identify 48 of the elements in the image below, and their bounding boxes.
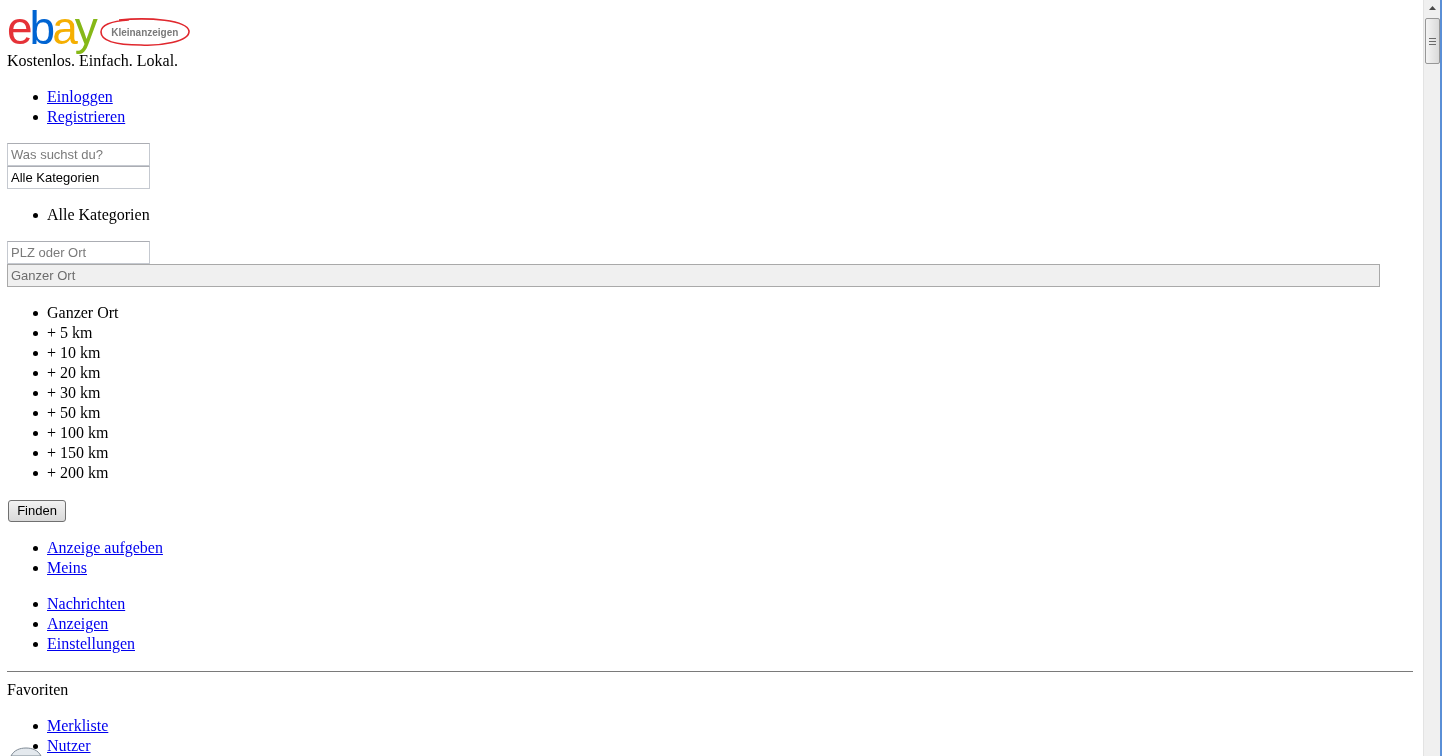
bullet-icon bbox=[33, 371, 38, 377]
bullet-icon bbox=[33, 95, 38, 101]
bullet-icon bbox=[33, 115, 38, 121]
bullet-icon bbox=[33, 546, 38, 552]
bullet-icon bbox=[33, 471, 38, 477]
location-field[interactable]: PLZ oder Ort bbox=[7, 241, 150, 265]
radius-option[interactable]: + 20 km bbox=[47, 363, 101, 384]
bullet-icon bbox=[33, 351, 38, 357]
scroll-up-icon[interactable] bbox=[1428, 6, 1436, 10]
account-link[interactable]: Registrieren bbox=[47, 107, 126, 128]
favorites-link[interactable]: Merkliste bbox=[47, 716, 109, 736]
nav-link[interactable]: Meins bbox=[47, 558, 87, 579]
find-button[interactable]: Finden bbox=[8, 500, 66, 523]
scrollbar-thumb[interactable] bbox=[1424, 18, 1440, 64]
bullet-icon bbox=[33, 724, 38, 729]
radius-option[interactable]: + 100 km bbox=[47, 423, 109, 444]
account-menu-link[interactable]: Anzeigen bbox=[47, 614, 109, 635]
bullet-icon bbox=[33, 331, 38, 337]
radius-option[interactable]: + 150 km bbox=[47, 443, 109, 464]
logo-badge: Kleinanzeigen bbox=[98, 17, 191, 47]
search-field[interactable]: Was suchst du? bbox=[7, 143, 150, 167]
scrollbar[interactable] bbox=[1423, 0, 1440, 756]
nav-link[interactable]: Anzeige aufgeben bbox=[47, 538, 163, 559]
bullet-icon bbox=[33, 602, 38, 608]
radius-option[interactable]: + 5 km bbox=[47, 323, 93, 344]
category-option[interactable]: Alle Kategorien bbox=[47, 205, 150, 226]
bullet-icon bbox=[33, 642, 38, 648]
radius-option[interactable]: + 30 km bbox=[47, 383, 101, 404]
category-field[interactable]: Alle Kategorien bbox=[7, 166, 150, 190]
grip-icon bbox=[1428, 37, 1436, 45]
bullet-icon bbox=[33, 744, 38, 749]
account-menu-link[interactable]: Nachrichten bbox=[47, 594, 126, 615]
bullet-icon bbox=[33, 566, 38, 572]
bullet-icon bbox=[33, 411, 38, 417]
bullet-icon bbox=[33, 622, 38, 628]
account-link[interactable]: Einloggen bbox=[47, 87, 113, 108]
favorites-heading: Favoriten bbox=[7, 680, 69, 700]
bullet-icon bbox=[33, 391, 38, 397]
bullet-icon bbox=[33, 213, 38, 219]
favorites-link[interactable]: Nutzer bbox=[47, 736, 91, 756]
bullet-icon bbox=[33, 451, 38, 457]
bullet-icon bbox=[33, 311, 38, 317]
radius-option[interactable]: + 50 km bbox=[47, 403, 101, 424]
radius-option[interactable]: Ganzer Ort bbox=[47, 303, 119, 324]
radius-option[interactable]: + 10 km bbox=[47, 343, 101, 364]
account-menu-link[interactable]: Einstellungen bbox=[47, 634, 135, 655]
radius-option[interactable]: + 200 km bbox=[47, 463, 109, 484]
bullet-icon bbox=[33, 431, 38, 437]
